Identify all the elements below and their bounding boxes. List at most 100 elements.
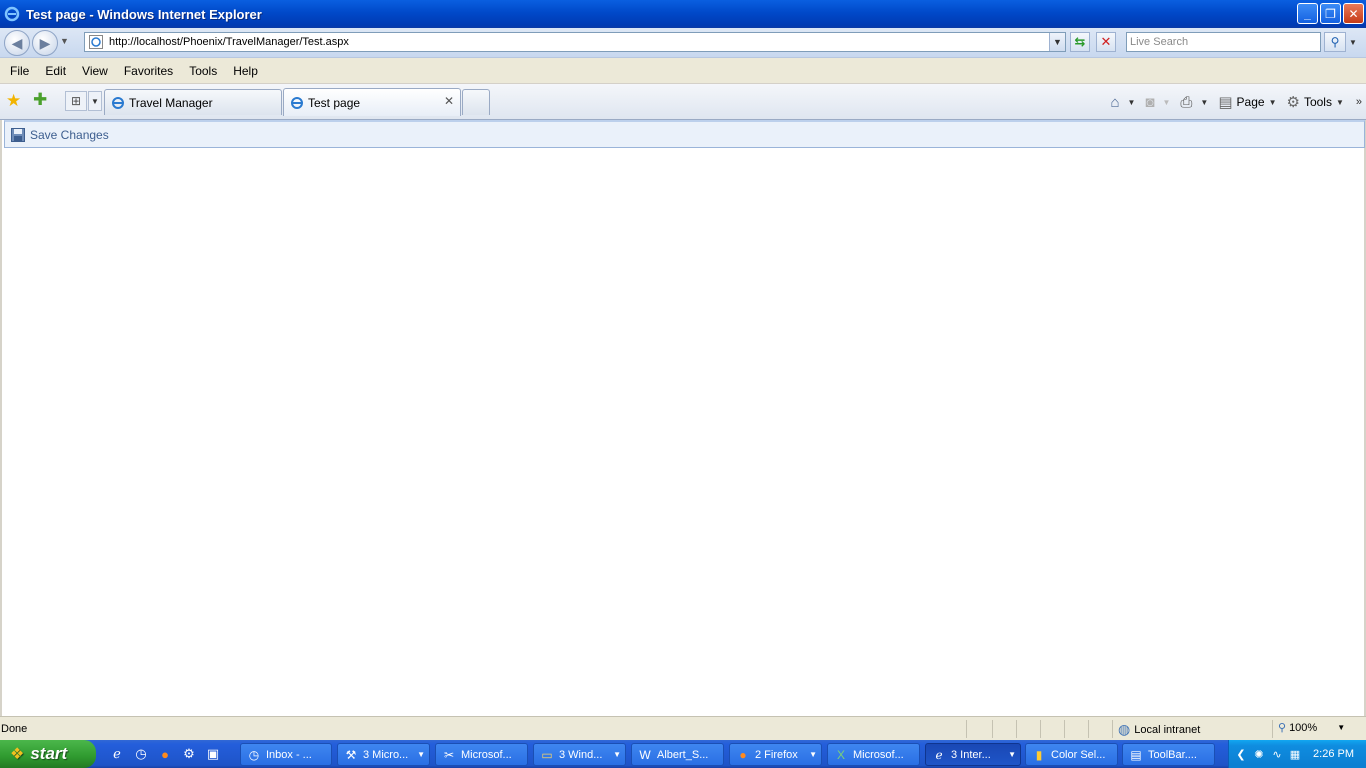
- stop-button[interactable]: ✕: [1096, 32, 1116, 52]
- taskbar-item-color-selector[interactable]: ▮ Color Sel...: [1025, 743, 1118, 766]
- rss-feed-icon: ◙: [1145, 93, 1155, 111]
- stop-icon: ✕: [1100, 34, 1112, 49]
- print-button[interactable]: ⎙ ▼: [1180, 94, 1208, 111]
- favorites-center-star-icon[interactable]: ★: [6, 91, 21, 111]
- show-hidden-icons-chevron-icon[interactable]: ❮: [1233, 746, 1249, 762]
- menu-bar: File Edit View Favorites Tools Help: [0, 58, 1366, 84]
- minimize-button[interactable]: _: [1297, 3, 1318, 24]
- more-commands-chevron-icon[interactable]: »: [1356, 96, 1362, 108]
- app-quicklaunch-icon[interactable]: ▣: [204, 745, 222, 763]
- address-field[interactable]: http://localhost/Phoenix/TravelManager/T…: [84, 32, 1066, 52]
- status-divider: [1112, 720, 1113, 738]
- back-button[interactable]: ◀: [4, 30, 30, 56]
- taskbar-item-internet-explorer[interactable]: ℯ 3 Inter... ▼: [925, 743, 1021, 766]
- task-label: Microsof...: [461, 748, 512, 761]
- tray-sun-icon[interactable]: ✺: [1251, 746, 1267, 762]
- security-zone[interactable]: ◍ Local intranet: [1118, 721, 1200, 738]
- taskbar-item-firefox[interactable]: ● 2 Firefox ▼: [729, 743, 822, 766]
- status-divider: [966, 720, 967, 738]
- forward-button[interactable]: ▶: [32, 30, 58, 56]
- printer-icon: ⎙: [1180, 93, 1193, 111]
- title-bar[interactable]: Test page - Windows Internet Explorer _ …: [0, 0, 1366, 28]
- outlook-quicklaunch-icon[interactable]: ◷: [132, 745, 150, 763]
- search-options-dropdown[interactable]: ▼: [1347, 32, 1359, 52]
- tab-label: Travel Manager: [129, 95, 213, 110]
- windows-logo-icon: ❖: [10, 746, 25, 763]
- feeds-button[interactable]: ◙ ▼: [1145, 94, 1170, 111]
- quick-launch: ℯ ◷ ● ⚙ ▣: [108, 745, 222, 763]
- restore-button[interactable]: ❐: [1320, 3, 1341, 24]
- add-to-favorites-icon[interactable]: ✚: [33, 90, 47, 110]
- taskbar-item-visual-studio[interactable]: ⚒ 3 Micro... ▼: [337, 743, 430, 766]
- firefox-icon: ●: [739, 747, 747, 762]
- settings-quicklaunch-icon[interactable]: ⚙: [180, 745, 198, 763]
- firefox-quicklaunch-icon[interactable]: ●: [156, 745, 174, 763]
- start-button[interactable]: ❖ start: [0, 740, 96, 768]
- tools-dropdown-icon: ▼: [1335, 97, 1344, 107]
- search-input[interactable]: Live Search: [1126, 32, 1321, 52]
- zoom-magnifier-icon: ⚲: [1278, 722, 1287, 734]
- taskbar-item-word[interactable]: W Albert_S...: [631, 743, 724, 766]
- zoom-dropdown-icon[interactable]: ▼: [1337, 723, 1345, 732]
- print-dropdown-icon[interactable]: ▼: [1200, 98, 1208, 107]
- group-dropdown-icon: ▼: [809, 750, 817, 759]
- zoom-control[interactable]: ⚲ 100% ▼: [1278, 721, 1345, 735]
- refresh-button[interactable]: ⇆: [1070, 32, 1090, 52]
- zone-label: Local intranet: [1134, 723, 1201, 736]
- taskbar-item-microsoft-tools[interactable]: ✂ Microsof...: [435, 743, 528, 766]
- tools-menu-button[interactable]: ⚙ Tools ▼: [1286, 93, 1343, 111]
- menu-edit[interactable]: Edit: [37, 64, 74, 78]
- ie-icon: ℯ: [935, 747, 943, 762]
- menu-view[interactable]: View: [74, 64, 116, 78]
- task-label: 2 Firefox: [755, 748, 798, 761]
- address-url: http://localhost/Phoenix/TravelManager/T…: [109, 36, 349, 48]
- tray-network-icon[interactable]: ∿: [1269, 746, 1285, 762]
- menu-file[interactable]: File: [2, 64, 37, 78]
- menu-favorites[interactable]: Favorites: [116, 64, 181, 78]
- tray-app-icon[interactable]: ▦: [1287, 746, 1303, 762]
- home-button[interactable]: ⌂ ▼: [1110, 94, 1135, 111]
- tab-travel-manager[interactable]: Travel Manager: [104, 89, 282, 115]
- quick-tabs-button[interactable]: ⊞: [65, 91, 87, 111]
- tab-label: Test page: [308, 95, 361, 110]
- taskbar-item-inbox[interactable]: ◷ Inbox - ...: [240, 743, 332, 766]
- save-disk-icon: [11, 127, 25, 142]
- start-label: start: [30, 744, 68, 763]
- page-favicon-icon: [89, 35, 103, 49]
- status-divider: [1088, 720, 1089, 738]
- tools-icon: ✂: [443, 747, 455, 762]
- internet-explorer-icon: [4, 6, 20, 22]
- taskbar-item-windows-explorer[interactable]: ▭ 3 Wind... ▼: [533, 743, 626, 766]
- page-menu-label: Page: [1236, 95, 1265, 109]
- close-button[interactable]: ✕: [1343, 3, 1364, 24]
- taskbar-item-excel[interactable]: X Microsof...: [827, 743, 920, 766]
- task-label: Inbox - ...: [266, 748, 312, 761]
- excel-icon: X: [836, 747, 845, 762]
- search-icon: ⚲: [1330, 35, 1340, 49]
- address-dropdown-button[interactable]: ▼: [1049, 33, 1065, 51]
- page-menu-button[interactable]: ▤ Page ▼: [1218, 93, 1276, 111]
- home-dropdown-icon[interactable]: ▼: [1128, 98, 1136, 107]
- taskbar-item-toolbar[interactable]: ▤ ToolBar....: [1122, 743, 1215, 766]
- tab-list-dropdown[interactable]: ▼: [88, 91, 102, 111]
- clock[interactable]: 2:26 PM: [1313, 748, 1354, 760]
- menu-help[interactable]: Help: [225, 64, 266, 78]
- task-label: ToolBar....: [1148, 748, 1197, 761]
- word-icon: W: [639, 747, 651, 762]
- recent-pages-dropdown[interactable]: ▼: [60, 36, 69, 46]
- page-icon: ▤: [1218, 94, 1233, 111]
- save-changes-button[interactable]: Save Changes: [30, 128, 109, 142]
- zoom-level: 100%: [1289, 721, 1318, 734]
- document-icon: ▤: [1130, 747, 1142, 762]
- ie-quicklaunch-icon[interactable]: ℯ: [108, 745, 126, 763]
- feeds-dropdown-icon[interactable]: ▼: [1162, 98, 1170, 107]
- menu-tools[interactable]: Tools: [181, 64, 225, 78]
- search-button[interactable]: ⚲: [1324, 32, 1346, 52]
- address-toolbar: ◀ ▶ ▼ http://localhost/Phoenix/TravelMan…: [0, 28, 1366, 58]
- page-content: Save Changes: [0, 120, 1366, 716]
- tab-test-page[interactable]: Test page ✕: [283, 88, 461, 116]
- status-divider: [1064, 720, 1065, 738]
- quick-tabs-grid-icon: ⊞: [70, 94, 82, 108]
- close-tab-icon[interactable]: ✕: [444, 94, 454, 108]
- new-tab-button[interactable]: [462, 89, 490, 115]
